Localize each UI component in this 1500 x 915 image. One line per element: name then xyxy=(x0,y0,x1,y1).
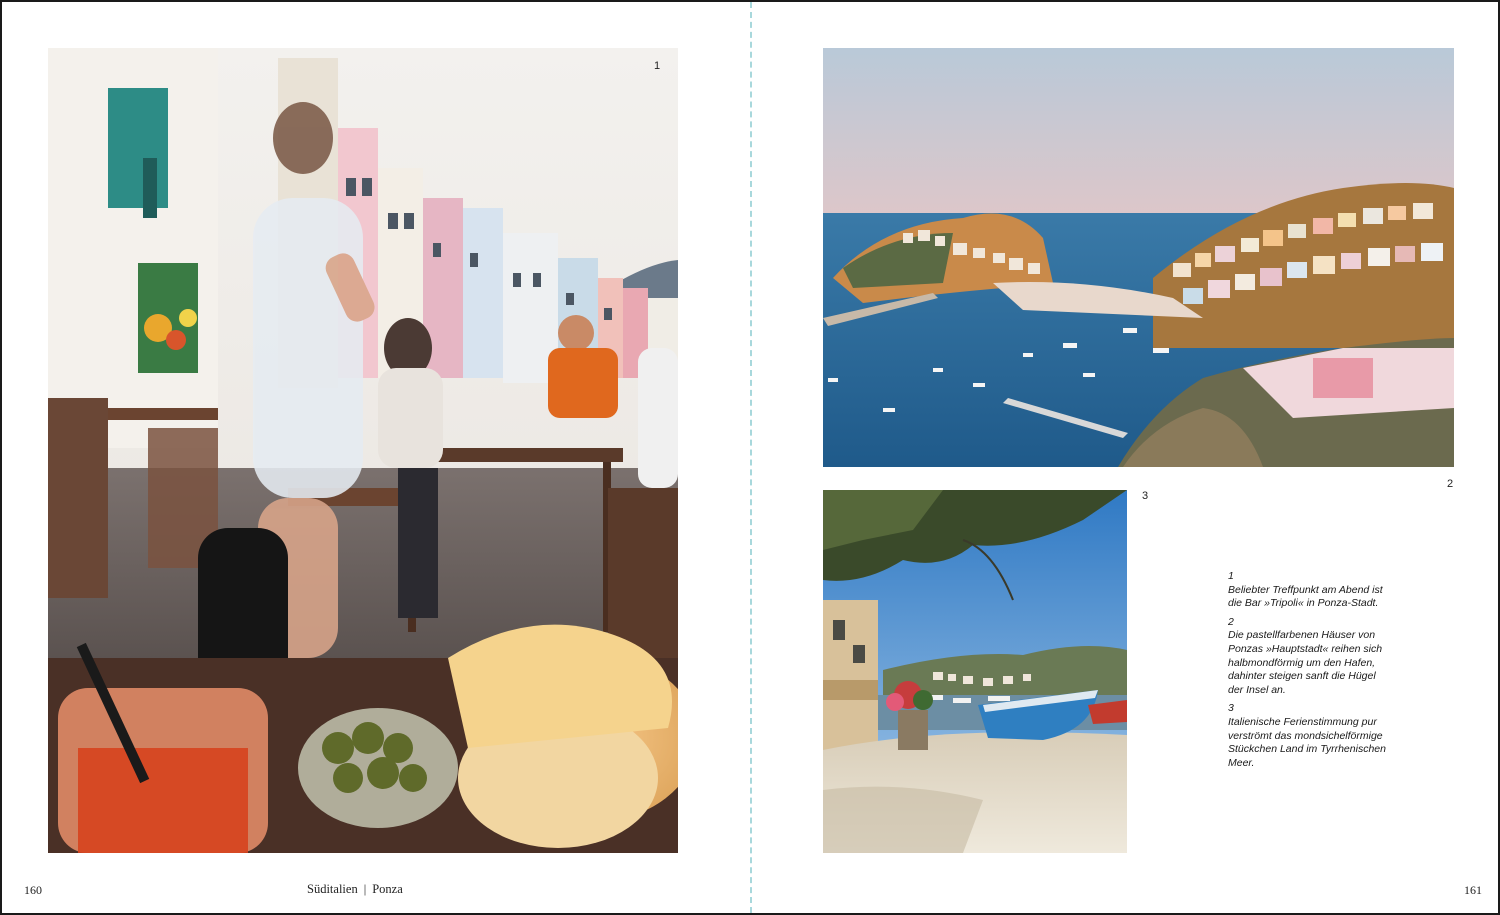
caption-text: Italienische Ferienstimmung pur verström… xyxy=(1228,715,1386,769)
running-head-place: Ponza xyxy=(372,882,403,896)
cafe-street-photo-image xyxy=(48,48,678,853)
caption-number: 1 xyxy=(1228,570,1234,582)
caption-number: 2 xyxy=(1228,615,1234,628)
photo-captions: 1 Beliebter Treffpunkt am Abend ist die … xyxy=(1228,570,1388,775)
photo-number-1: 1 xyxy=(654,60,661,72)
harbor-town-photo xyxy=(823,48,1454,467)
running-head-separator: | xyxy=(363,882,367,896)
running-head: Süditalien | Ponza xyxy=(307,882,403,897)
caption-1: 1 Beliebter Treffpunkt am Abend ist die … xyxy=(1228,570,1388,611)
beach-boat-photo xyxy=(823,490,1127,853)
harbor-town-photo-image xyxy=(823,48,1454,467)
magazine-spread: 1 2 3 1 Beliebter Treffpunkt am Abend is… xyxy=(0,0,1500,915)
page-number-left: 160 xyxy=(24,883,42,897)
beach-boat-photo-image xyxy=(823,490,1127,853)
photo-number-2: 2 xyxy=(1447,478,1454,490)
caption-text: Die pastellfarbenen Häuser von Ponzas »H… xyxy=(1228,629,1383,696)
caption-number: 3 xyxy=(1228,702,1234,715)
photo-number-3: 3 xyxy=(1142,490,1149,502)
caption-2: 2 Die pastellfarbenen Häuser von Ponzas … xyxy=(1228,616,1388,698)
page-gutter xyxy=(750,2,752,913)
caption-text: Beliebter Treffpunkt am Abend ist die Ba… xyxy=(1228,583,1383,610)
caption-3: 3 Italienische Ferienstimmung pur verstr… xyxy=(1228,702,1388,770)
page-number-right: 161 xyxy=(1464,883,1482,897)
running-head-region: Süditalien xyxy=(307,882,358,896)
cafe-street-photo xyxy=(48,48,678,853)
